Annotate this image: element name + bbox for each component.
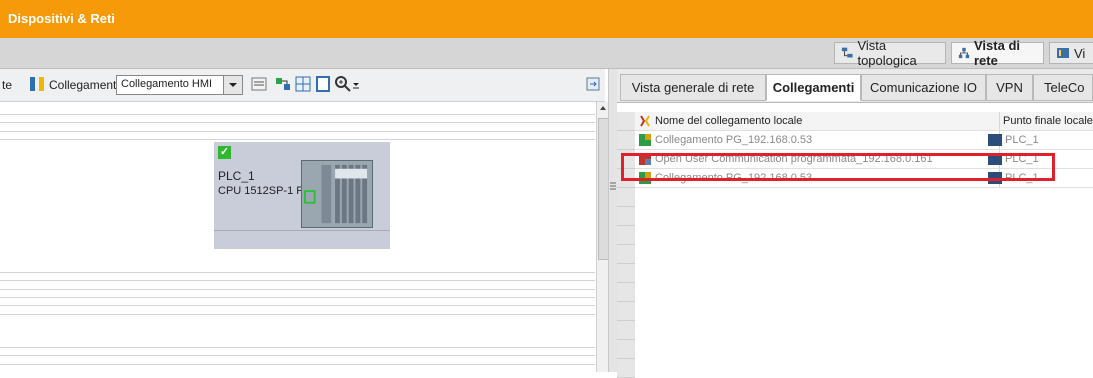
- splitter-grip-icon: [610, 182, 616, 190]
- topology-icon: [841, 47, 853, 58]
- connection-name: Collegamento PG_192.168.0.53: [655, 134, 813, 146]
- tab-network-overview[interactable]: Vista generale di rete: [620, 74, 766, 101]
- empty-row[interactable]: [617, 359, 635, 378]
- chevron-down-icon: [229, 83, 237, 87]
- canvas-gridline: [0, 280, 595, 281]
- connections-icon[interactable]: [28, 75, 46, 93]
- connection-type-value: Collegamento HMI: [121, 78, 213, 90]
- canvas-gridline: [0, 131, 595, 132]
- network-toolbar: te Collegamenti Collegamento HMI: [0, 69, 605, 102]
- empty-row[interactable]: [617, 188, 635, 207]
- plc-rack-icon: [301, 160, 373, 228]
- highlight-box: [621, 153, 1055, 181]
- tab-telecontrol[interactable]: TeleCo: [1033, 74, 1093, 101]
- column-header-endpoint[interactable]: Punto finale locale: [1003, 115, 1093, 127]
- device-cpu-type: CPU 1512SP-1 PN: [218, 185, 312, 197]
- plc-icon: [988, 134, 1002, 146]
- address-table-icon[interactable]: [250, 75, 268, 93]
- canvas-gridline: [0, 364, 595, 365]
- device-name: PLC_1: [218, 169, 255, 183]
- device-view-icon: [1057, 48, 1069, 58]
- canvas-gridline: [0, 297, 595, 298]
- view-switch-bar: Vista topologica Vista di rete Vi: [0, 38, 1093, 69]
- panel-toggle-icon[interactable]: [584, 75, 602, 93]
- canvas-gridline: [0, 114, 595, 115]
- canvas-gridline: [0, 272, 595, 273]
- canvas-gridline: [0, 289, 595, 290]
- canvas-gridline: [0, 122, 595, 123]
- column-separator: [999, 112, 1000, 130]
- table-row[interactable]: Collegamento PG_192.168.0.53 PLC_1: [635, 131, 1093, 150]
- toolbar-cut-label: te: [2, 78, 13, 92]
- tab-topology-view-label: Vista topologica: [857, 38, 917, 68]
- empty-row[interactable]: [617, 302, 635, 321]
- zoom-dropdown-icon[interactable]: [351, 75, 361, 93]
- connection-endpoint: PLC_1: [1005, 134, 1039, 146]
- connection-type-select[interactable]: Collegamento HMI: [116, 75, 232, 95]
- column-header-name[interactable]: Nome del collegamento locale: [655, 115, 802, 127]
- empty-row[interactable]: [617, 245, 635, 264]
- pg-connection-icon: [639, 134, 651, 146]
- connections-table: Nome del collegamento locale Punto final…: [617, 103, 1093, 378]
- network-connect-icon[interactable]: [274, 75, 292, 93]
- right-panel-tabs: Vista generale di rete Collegamenti Comu…: [617, 69, 1093, 103]
- page-view-icon[interactable]: [314, 75, 332, 93]
- canvas-gridline: [0, 139, 595, 140]
- empty-row[interactable]: [617, 226, 635, 245]
- plc-device-block[interactable]: ✓ PLC_1 CPU 1512SP-1 PN: [214, 142, 390, 249]
- row-header-cell: [617, 112, 635, 131]
- canvas-gridline: [0, 305, 595, 306]
- canvas-gridline: [0, 355, 595, 356]
- row-number-cell[interactable]: [617, 131, 635, 150]
- status-ok-icon: ✓: [218, 146, 231, 159]
- tab-connections[interactable]: Collegamenti: [766, 74, 861, 101]
- table-header-row: Nome del collegamento locale Punto final…: [635, 112, 1093, 131]
- network-view-grid-icon[interactable]: [294, 75, 312, 93]
- tab-network-view-label: Vista di rete: [974, 38, 1021, 68]
- empty-row[interactable]: [617, 340, 635, 359]
- zoom-icon[interactable]: [334, 75, 352, 93]
- tab-device-view-label: Vi: [1074, 45, 1086, 61]
- title-bar: Dispositivi & Reti: [0, 0, 1093, 38]
- empty-row[interactable]: [617, 207, 635, 226]
- tab-device-view[interactable]: Vi: [1049, 42, 1093, 64]
- canvas-gridline: [0, 347, 595, 348]
- tab-network-view[interactable]: Vista di rete: [951, 38, 1044, 68]
- empty-row[interactable]: [617, 283, 635, 302]
- tab-io-communication[interactable]: Comunicazione IO: [861, 74, 986, 101]
- canvas-gridline: [0, 314, 595, 315]
- window-title: Dispositivi & Reti: [8, 11, 115, 26]
- connections-button-label[interactable]: Collegamenti: [49, 78, 119, 92]
- connection-type-dropdown-button[interactable]: [223, 75, 243, 95]
- tab-topology-view[interactable]: Vista topologica: [834, 38, 946, 68]
- connection-header-icon: [640, 115, 650, 127]
- network-icon: [958, 47, 970, 59]
- empty-row[interactable]: [617, 321, 635, 340]
- tab-vpn[interactable]: VPN: [986, 74, 1033, 101]
- device-divider: [214, 230, 390, 231]
- empty-row[interactable]: [617, 264, 635, 283]
